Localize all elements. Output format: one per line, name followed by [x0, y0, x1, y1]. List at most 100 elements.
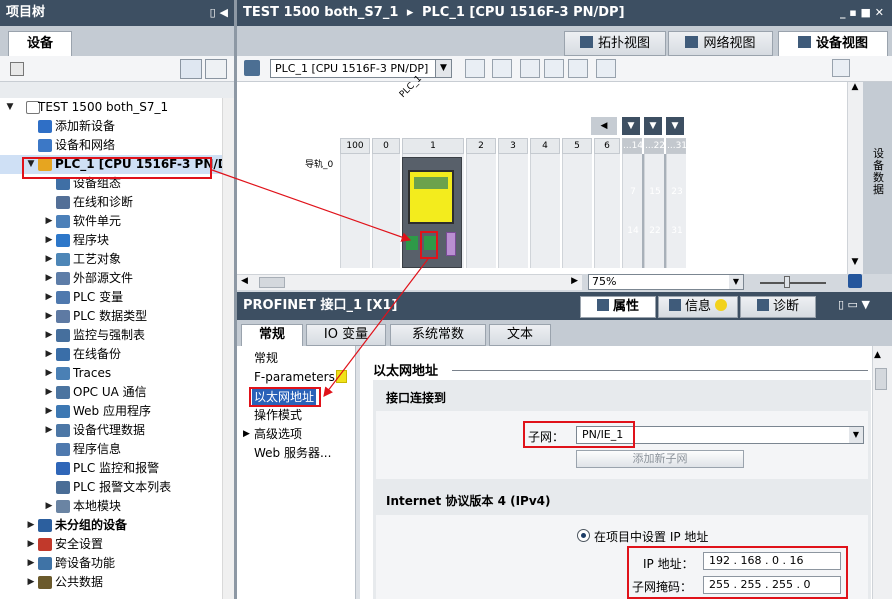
- devices-tab[interactable]: 设备: [8, 31, 72, 56]
- tree-item[interactable]: ▶ 公共数据: [0, 573, 222, 592]
- collapse-arrow-icon[interactable]: ▶: [26, 554, 36, 573]
- collapse-arrow-icon[interactable]: ▶: [26, 535, 36, 554]
- slot-column[interactable]: [340, 154, 370, 268]
- scroll-up-icon[interactable]: ▲: [874, 350, 881, 360]
- expand-arrow-icon[interactable]: ▶: [243, 425, 250, 444]
- overview-icon[interactable]: [848, 274, 862, 288]
- collapse-arrow-icon[interactable]: ▶: [44, 250, 54, 269]
- collapse-arrow-icon[interactable]: ▶: [44, 402, 54, 421]
- device-select[interactable]: PLC_1 [CPU 1516F-3 PN/DP] ▼: [270, 59, 452, 78]
- tree-item[interactable]: ▶ 本地模块: [0, 497, 222, 516]
- expand-arrow-icon[interactable]: ▼: [5, 98, 15, 117]
- collapse-left-icon[interactable]: ◀: [591, 117, 617, 135]
- tree-item[interactable]: ▶ PLC 变量: [0, 288, 222, 307]
- tree-toolbar-icon[interactable]: [10, 62, 24, 76]
- breadcrumb-leaf[interactable]: PLC_1 [CPU 1516F-3 PN/DP]: [422, 5, 625, 20]
- tab-network-view[interactable]: 网络视图: [668, 31, 773, 56]
- nav-item[interactable]: ▶ 高级选项: [243, 425, 302, 444]
- collapse-arrow-icon[interactable]: ▶: [44, 497, 54, 516]
- slot-column[interactable]: [530, 154, 560, 268]
- nav-divider[interactable]: [355, 346, 360, 599]
- zoom-select[interactable]: 75% ▼: [588, 274, 744, 290]
- slot-column[interactable]: [372, 154, 400, 268]
- slot-column[interactable]: [594, 154, 620, 268]
- collapse-icon[interactable]: ▯ ◀: [210, 0, 228, 26]
- collapse-arrow-icon[interactable]: ▶: [44, 231, 54, 250]
- slot-column[interactable]: [562, 154, 592, 268]
- tree-item[interactable]: ▶ OPC UA 通信: [0, 383, 222, 402]
- slot-column[interactable]: [622, 154, 642, 268]
- ip-option-radio[interactable]: [577, 529, 590, 542]
- tree-item[interactable]: ▶ 未分组的设备: [0, 516, 222, 535]
- tree-item[interactable]: PLC 报警文本列表: [0, 478, 222, 497]
- slot-column[interactable]: [466, 154, 496, 268]
- network-view-icon[interactable]: [520, 59, 540, 78]
- tab-diagnostics[interactable]: 诊断: [740, 296, 816, 318]
- port-x3-icon[interactable]: [446, 232, 456, 256]
- expand-slot-icon[interactable]: ▼: [666, 117, 684, 135]
- slot-column[interactable]: [644, 154, 664, 268]
- collapse-arrow-icon[interactable]: ▶: [26, 573, 36, 592]
- port-x1-icon[interactable]: [406, 236, 418, 250]
- slot-column[interactable]: [498, 154, 528, 268]
- tree-item[interactable]: ▶ 安全设置: [0, 535, 222, 554]
- tree-item[interactable]: ▶ Web 应用程序: [0, 402, 222, 421]
- tree-item[interactable]: ▶ 工艺对象: [0, 250, 222, 269]
- expand-slot-icon[interactable]: ▼: [644, 117, 662, 135]
- tab-inspector-1[interactable]: IO 变量: [306, 324, 386, 346]
- collapse-arrow-icon[interactable]: ▶: [44, 288, 54, 307]
- chevron-down-icon[interactable]: ▼: [435, 60, 451, 77]
- overview-toggle-icon[interactable]: [180, 59, 202, 79]
- collapse-arrow-icon[interactable]: ▶: [26, 516, 36, 535]
- expand-slot-icon[interactable]: ▼: [622, 117, 640, 135]
- scroll-right-icon[interactable]: ▶: [571, 276, 578, 286]
- device-overview-icon[interactable]: [465, 59, 485, 78]
- zoom-slider[interactable]: [760, 282, 826, 284]
- zoom-icon[interactable]: [596, 59, 616, 78]
- tab-topology-view[interactable]: 拓扑视图: [564, 31, 666, 56]
- chevron-down-icon[interactable]: ▼: [849, 427, 863, 443]
- tree-item[interactable]: ▶ PLC 数据类型: [0, 307, 222, 326]
- scroll-thumb[interactable]: [259, 277, 285, 288]
- nav-item[interactable]: Web 服务器...: [254, 444, 331, 463]
- scroll-thumb[interactable]: [875, 368, 887, 390]
- collapse-arrow-icon[interactable]: ▶: [44, 212, 54, 231]
- collapse-arrow-icon[interactable]: ▶: [44, 421, 54, 440]
- tree-item[interactable]: PLC 监控和报警: [0, 459, 222, 478]
- tab-inspector-0[interactable]: 常规: [241, 324, 303, 346]
- nav-item[interactable]: 常规: [254, 349, 278, 368]
- add-subnet-button[interactable]: 添加新子网: [576, 450, 744, 468]
- collapse-arrow-icon[interactable]: ▶: [44, 307, 54, 326]
- nav-item[interactable]: 操作模式: [254, 406, 302, 425]
- grid-icon[interactable]: [544, 59, 564, 78]
- collapse-arrow-icon[interactable]: ▶: [44, 269, 54, 288]
- tab-properties[interactable]: 属性: [580, 296, 656, 318]
- tree-item[interactable]: ▶ 跨设备功能: [0, 554, 222, 573]
- zoom-slider-handle[interactable]: [784, 276, 790, 288]
- canvas-vscroll[interactable]: [847, 82, 863, 274]
- tab-info[interactable]: 信息: [658, 296, 738, 318]
- tab-device-view[interactable]: 设备视图: [778, 31, 888, 56]
- collapse-arrow-icon[interactable]: ▶: [44, 345, 54, 364]
- scroll-left-icon[interactable]: ◀: [241, 276, 248, 286]
- nav-item[interactable]: F-parameters: [254, 368, 335, 387]
- page-icon[interactable]: [568, 59, 588, 78]
- scroll-down-icon[interactable]: ▼: [847, 257, 863, 273]
- tree-scrollbar[interactable]: [222, 98, 234, 599]
- tree-item[interactable]: ▶ 外部源文件: [0, 269, 222, 288]
- tree-item[interactable]: 在线和诊断: [0, 193, 222, 212]
- export-icon[interactable]: [832, 59, 850, 77]
- collapse-arrow-icon[interactable]: ▶: [44, 383, 54, 402]
- tree-item[interactable]: ▶ 程序块: [0, 231, 222, 250]
- tab-inspector-3[interactable]: 文本: [489, 324, 551, 346]
- tree-item[interactable]: 添加新设备: [0, 117, 222, 136]
- tab-inspector-2[interactable]: 系统常数: [390, 324, 486, 346]
- tree-item[interactable]: ▶ 监控与强制表: [0, 326, 222, 345]
- canvas-hscroll[interactable]: ◀ ▶: [237, 274, 582, 290]
- collapse-arrow-icon[interactable]: ▶: [44, 364, 54, 383]
- tree-item[interactable]: 程序信息: [0, 440, 222, 459]
- tree-item[interactable]: ▼ TEST 1500 both_S7_1: [0, 98, 222, 117]
- window-controls[interactable]: _ ▪ ■ ✕: [840, 0, 884, 26]
- tree-item[interactable]: ▶ 在线备份: [0, 345, 222, 364]
- inspector-controls[interactable]: ▯ ▭ ▼: [838, 298, 884, 314]
